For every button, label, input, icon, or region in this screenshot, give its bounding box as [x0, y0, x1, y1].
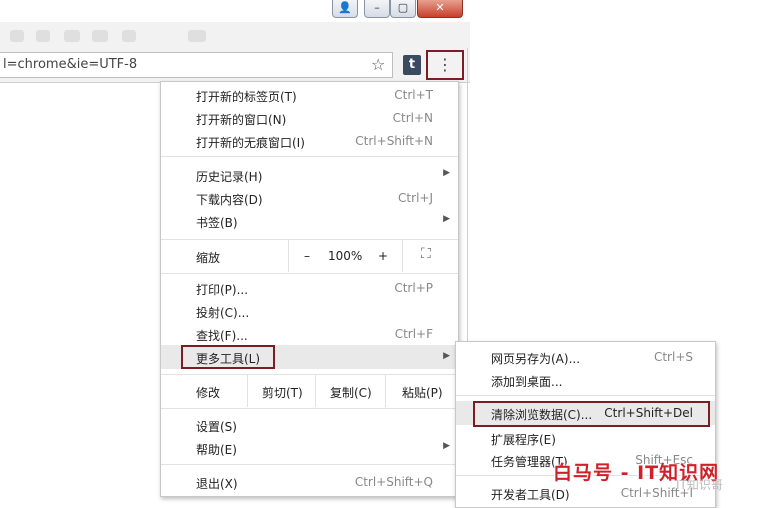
- menu-item-label: 投射(C)...: [196, 306, 250, 320]
- menu-item-help[interactable]: 帮助(E) ▶: [161, 437, 458, 459]
- menu-item-downloads[interactable]: 下载内容(D) Ctrl+J: [161, 187, 458, 209]
- zoom-out-button[interactable]: –: [288, 240, 328, 272]
- menu-item-label: 设置(S): [196, 420, 237, 434]
- menu-item-shortcut: Ctrl+Shift+Q: [354, 475, 433, 489]
- menu-item-label: 帮助(E): [196, 443, 237, 457]
- menu-item-label: 查找(F)...: [196, 329, 248, 343]
- vertical-dots-icon: ⋮: [437, 55, 453, 74]
- menu-item-print[interactable]: 打印(P)... Ctrl+P: [161, 277, 458, 299]
- minimize-button[interactable]: –: [364, 0, 390, 18]
- submenu-arrow-icon: ▶: [443, 168, 450, 178]
- title-bar: 👤 – ▢ ✕: [0, 0, 470, 22]
- menu-item-settings[interactable]: 设置(S): [161, 414, 458, 436]
- maximize-icon: ▢: [397, 1, 409, 14]
- highlight-box-clear-data: [473, 401, 710, 427]
- menu-item-shortcut: Ctrl+Shift+N: [355, 134, 433, 148]
- url-text: l=chrome&ie=UTF-8: [3, 57, 138, 72]
- menu-item-new-tab[interactable]: 打开新的标签页(T) Ctrl+T: [161, 84, 458, 106]
- bookmark-icon[interactable]: [64, 30, 80, 42]
- address-bar[interactable]: l=chrome&ie=UTF-8 ☆: [0, 52, 393, 78]
- highlight-box-more-tools: [181, 345, 275, 369]
- bookmark-icon[interactable]: [92, 30, 108, 42]
- menu-separator: [161, 408, 458, 409]
- menu-separator: [161, 156, 458, 157]
- bookmark-icon[interactable]: [188, 30, 206, 42]
- maximize-button[interactable]: ▢: [390, 0, 416, 18]
- paste-button[interactable]: 粘贴(P): [385, 375, 459, 407]
- menu-item-shortcut: Ctrl+T: [394, 88, 433, 102]
- menu-item-shortcut: Ctrl+J: [398, 191, 433, 205]
- submenu-item-label: 网页另存为(A)...: [491, 352, 581, 366]
- menu-item-label: 下载内容(D): [196, 193, 263, 207]
- menu-item-shortcut: Ctrl+F: [394, 327, 433, 341]
- menu-item-cast[interactable]: 投射(C)...: [161, 300, 458, 322]
- zoom-label: 缩放: [196, 251, 221, 265]
- copy-label: 复制(C): [330, 386, 372, 400]
- star-icon[interactable]: ☆: [371, 55, 385, 74]
- menu-item-find[interactable]: 查找(F)... Ctrl+F: [161, 323, 458, 345]
- menu-item-incognito[interactable]: 打开新的无痕窗口(I) Ctrl+Shift+N: [161, 130, 458, 152]
- menu-item-bookmarks[interactable]: 书签(B) ▶: [161, 210, 458, 232]
- user-icon: 👤: [338, 1, 352, 14]
- cut-button[interactable]: 剪切(T): [247, 375, 315, 407]
- menu-item-label: 打开新的无痕窗口(I): [196, 136, 305, 150]
- chrome-main-menu: 打开新的标签页(T) Ctrl+T 打开新的窗口(N) Ctrl+N 打开新的无…: [160, 81, 459, 497]
- submenu-item-extensions[interactable]: 扩展程序(E): [456, 427, 715, 449]
- menu-item-new-window[interactable]: 打开新的窗口(N) Ctrl+N: [161, 107, 458, 129]
- fullscreen-button[interactable]: ⛶: [402, 240, 459, 272]
- chrome-menu-button[interactable]: ⋮: [426, 50, 464, 80]
- browser-toolbar: l=chrome&ie=UTF-8 ☆: [0, 48, 470, 83]
- menu-item-label: 打开新的标签页(T): [196, 90, 297, 104]
- menu-item-label: 退出(X): [196, 477, 238, 491]
- menu-item-exit[interactable]: 退出(X) Ctrl+Shift+Q: [161, 471, 458, 493]
- cut-label: 剪切(T): [262, 386, 303, 400]
- edit-row: 修改 剪切(T) 复制(C) 粘贴(P): [161, 375, 458, 407]
- plus-icon: +: [378, 249, 389, 263]
- zoom-level: 100%: [328, 240, 366, 272]
- menu-separator: [161, 273, 458, 274]
- submenu-item-label: 开发者工具(D): [491, 488, 570, 502]
- submenu-arrow-icon: ▶: [443, 441, 450, 451]
- fullscreen-icon: ⛶: [421, 246, 431, 262]
- menu-separator: [456, 395, 715, 396]
- copy-button[interactable]: 复制(C): [315, 375, 385, 407]
- watermark-subtext: IT知识哥: [676, 478, 723, 492]
- zoom-row: 缩放 – 100% + ⛶: [161, 240, 458, 272]
- zoom-in-button[interactable]: +: [366, 240, 402, 272]
- submenu-item-label: 扩展程序(E): [491, 433, 556, 447]
- edit-label: 修改: [196, 386, 221, 400]
- close-button[interactable]: ✕: [417, 0, 463, 18]
- minimize-icon: –: [374, 1, 380, 14]
- submenu-item-shortcut: Ctrl+S: [653, 350, 693, 364]
- menu-item-shortcut: Ctrl+N: [392, 111, 433, 125]
- submenu-arrow-icon: ▶: [443, 214, 450, 224]
- bookmark-icon[interactable]: [122, 30, 136, 42]
- bookmark-icon[interactable]: [10, 30, 24, 42]
- menu-item-shortcut: Ctrl+P: [394, 281, 433, 295]
- menu-item-label: 打开新的窗口(N): [196, 113, 287, 127]
- paste-label: 粘贴(P): [402, 386, 443, 400]
- menu-item-label: 打印(P)...: [196, 283, 249, 297]
- tumblr-extension-icon[interactable]: t: [403, 55, 421, 75]
- user-profile-button[interactable]: 👤: [332, 0, 358, 18]
- menu-item-label: 书签(B): [196, 216, 238, 230]
- close-icon: ✕: [435, 1, 445, 14]
- minus-icon: –: [304, 249, 310, 263]
- submenu-item-save-page[interactable]: 网页另存为(A)... Ctrl+S: [456, 346, 715, 368]
- menu-item-label: 历史记录(H): [196, 170, 263, 184]
- zoom-value: 100%: [328, 249, 363, 263]
- submenu-item-add-to-desktop[interactable]: 添加到桌面...: [456, 369, 715, 391]
- submenu-item-label: 添加到桌面...: [491, 375, 563, 389]
- bookmark-icon[interactable]: [36, 30, 50, 42]
- menu-item-history[interactable]: 历史记录(H) ▶: [161, 164, 458, 186]
- menu-separator: [161, 464, 458, 465]
- submenu-arrow-icon: ▶: [443, 351, 450, 361]
